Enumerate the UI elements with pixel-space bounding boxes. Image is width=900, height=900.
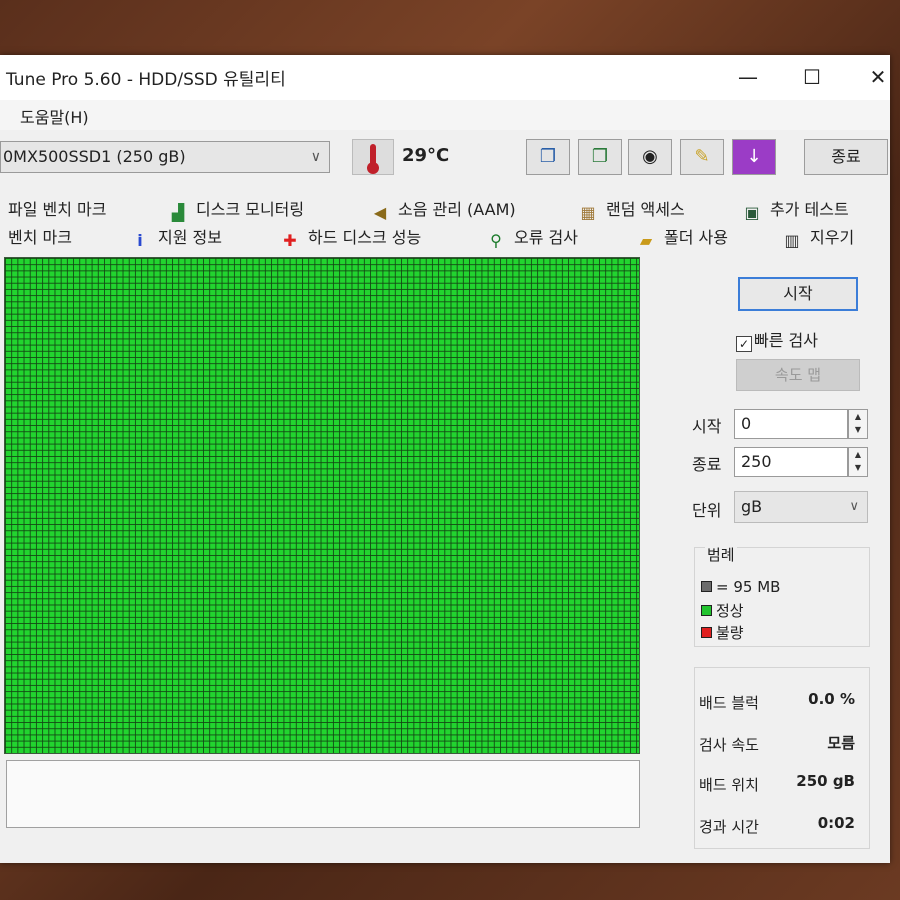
- menu-help[interactable]: 도움말(H): [20, 104, 89, 128]
- tab-label: 추가 테스트: [770, 200, 849, 219]
- tab-label: 지원 정보: [158, 228, 222, 247]
- speed-map-button[interactable]: 속도 맵: [736, 359, 860, 391]
- options-icon: ✎: [694, 146, 710, 167]
- tab-disk-monitor[interactable]: ▟ 디스크 모니터링: [168, 197, 304, 223]
- tab-error-scan[interactable]: ⚲ 오류 검사: [486, 225, 578, 251]
- tab-label: 지우기: [810, 228, 855, 247]
- drive-select[interactable]: 0MX500SSD1 (250 gB) ∨: [0, 141, 330, 173]
- speaker-icon: ◀: [373, 203, 387, 222]
- legend-label: = 95 MB: [716, 578, 781, 596]
- chevron-down-icon: ∨: [310, 149, 321, 165]
- random-access-icon: ▦: [580, 203, 596, 222]
- chevron-down-icon: ∨: [849, 499, 859, 514]
- tab-file-benchmark[interactable]: 파일 벤치 마크: [8, 197, 107, 223]
- tab-random-access[interactable]: ▦ 랜덤 액세스: [578, 197, 685, 223]
- tab-aam[interactable]: ◀ 소음 관리 (AAM): [370, 197, 516, 223]
- drive-name: 0MX500SSD1 (250 gB): [3, 147, 186, 166]
- tab-label: 오류 검사: [514, 228, 578, 247]
- stat-label: 배드 블럭: [699, 694, 759, 712]
- hdtune-window: Tune Pro 5.60 - HDD/SSD 유틸리티 — ☐ ✕ 도움말(H…: [0, 55, 890, 863]
- folder-icon: ▰: [639, 231, 653, 250]
- quick-scan-checkbox[interactable]: ✓ 빠른 검사: [736, 327, 818, 352]
- quick-scan-label: 빠른 검사: [754, 331, 818, 350]
- legend-label: 불량: [716, 624, 744, 642]
- temperature-readout: 29°C: [402, 145, 450, 166]
- download-button[interactable]: ↓: [732, 139, 776, 175]
- title-bar: Tune Pro 5.60 - HDD/SSD 유틸리티 — ☐ ✕: [0, 55, 890, 100]
- tab-label: 벤치 마크: [8, 228, 72, 247]
- elapsed-time-value: 0:02: [817, 814, 855, 832]
- end-input[interactable]: 250: [734, 447, 848, 477]
- legend-label: 정상: [716, 602, 744, 620]
- exit-button[interactable]: 종료: [804, 139, 888, 175]
- block-map-grid: [4, 257, 640, 754]
- screenshot-button[interactable]: ◉: [628, 139, 672, 175]
- stat-label: 경과 시간: [699, 818, 759, 836]
- toolbar: 0MX500SSD1 (250 gB) ∨ 29°C ❐ ❐ ◉ ✎ ↓ 종료: [0, 135, 890, 181]
- start-spinner[interactable]: ▲ ▼: [848, 409, 868, 439]
- options-button[interactable]: ✎: [680, 139, 724, 175]
- unit-value: gB: [741, 497, 763, 516]
- window-title: Tune Pro 5.60 - HDD/SSD 유틸리티: [6, 70, 286, 90]
- tab-folder-usage[interactable]: ▰ 폴더 사용: [636, 225, 728, 251]
- scan-speed-value: 모름: [827, 734, 855, 752]
- info-icon: i: [137, 231, 143, 250]
- legend-item-ok: 정상: [701, 600, 744, 621]
- tab-label: 파일 벤치 마크: [8, 200, 107, 219]
- close-icon[interactable]: ✕: [858, 63, 898, 91]
- scan-log: [6, 760, 640, 828]
- end-field-label: 종료: [692, 455, 722, 474]
- disk-monitor-icon: ▟: [171, 203, 185, 222]
- stat-label: 배드 위치: [699, 776, 759, 794]
- camera-icon: ◉: [642, 146, 658, 167]
- tab-health[interactable]: ✚ 하드 디스크 성능: [280, 225, 421, 251]
- checkbox-icon: ✓: [736, 336, 752, 352]
- red-swatch-icon: [701, 627, 712, 638]
- start-field-label: 시작: [692, 417, 722, 436]
- copy-screenshot-icon: ❐: [591, 146, 609, 167]
- end-spinner[interactable]: ▲ ▼: [848, 447, 868, 477]
- tab-info[interactable]: i 지원 정보: [130, 225, 222, 251]
- unit-select[interactable]: gB ∨: [734, 491, 868, 523]
- trash-icon: ▥: [784, 231, 800, 250]
- legend-item-block-size: = 95 MB: [701, 578, 780, 596]
- copy-info-button[interactable]: ❐: [526, 139, 570, 175]
- tab-erase[interactable]: ▥ 지우기: [782, 225, 854, 251]
- health-cross-icon: ✚: [283, 231, 297, 250]
- maximize-icon[interactable]: ☐: [792, 63, 832, 91]
- error-scan-icon: ⚲: [490, 231, 502, 250]
- bad-blocks-value: 0.0 %: [808, 690, 855, 708]
- tab-label: 하드 디스크 성능: [308, 228, 422, 247]
- unit-field-label: 단위: [692, 501, 722, 520]
- thermometer-icon: [352, 139, 394, 175]
- download-icon: ↓: [746, 146, 762, 167]
- minimize-icon[interactable]: —: [728, 63, 768, 91]
- start-input[interactable]: 0: [734, 409, 848, 439]
- legend-item-bad: 불량: [701, 622, 744, 643]
- copy-info-icon: ❐: [539, 146, 557, 167]
- tab-strip: 파일 벤치 마크 ▟ 디스크 모니터링 ◀ 소음 관리 (AAM) ▦ 랜덤 액세스 …: [0, 193, 890, 255]
- tab-label: 랜덤 액세스: [606, 200, 685, 219]
- legend-title: 범례: [705, 544, 737, 565]
- copy-screenshot-button[interactable]: ❐: [578, 139, 622, 175]
- bad-location-value: 250 gB: [796, 772, 855, 790]
- tab-extra-tests[interactable]: ▣ 추가 테스트: [742, 197, 849, 223]
- grey-swatch-icon: [701, 581, 712, 592]
- stat-label: 검사 속도: [699, 736, 759, 754]
- menu-bar: 도움말(H): [0, 100, 890, 130]
- tab-benchmark[interactable]: 벤치 마크: [8, 225, 72, 251]
- tab-label: 디스크 모니터링: [196, 200, 305, 219]
- scan-stats-box: 배드 블럭 0.0 % 검사 속도 모름 배드 위치 250 gB 경과 시간 …: [694, 667, 870, 849]
- green-swatch-icon: [701, 605, 712, 616]
- legend-box: 범례 = 95 MB 정상 불량: [694, 544, 870, 647]
- error-scan-panel: 시작 ✓ 빠른 검사 속도 맵 시작 0 ▲ ▼ 종료 250 ▲ ▼ 단위 gB ∨…: [0, 257, 890, 863]
- start-button[interactable]: 시작: [738, 277, 858, 311]
- thermometer-bulb: [367, 162, 379, 174]
- tab-label: 폴더 사용: [664, 228, 728, 247]
- tab-label: 소음 관리 (AAM): [398, 200, 516, 219]
- extra-tests-icon: ▣: [744, 203, 760, 222]
